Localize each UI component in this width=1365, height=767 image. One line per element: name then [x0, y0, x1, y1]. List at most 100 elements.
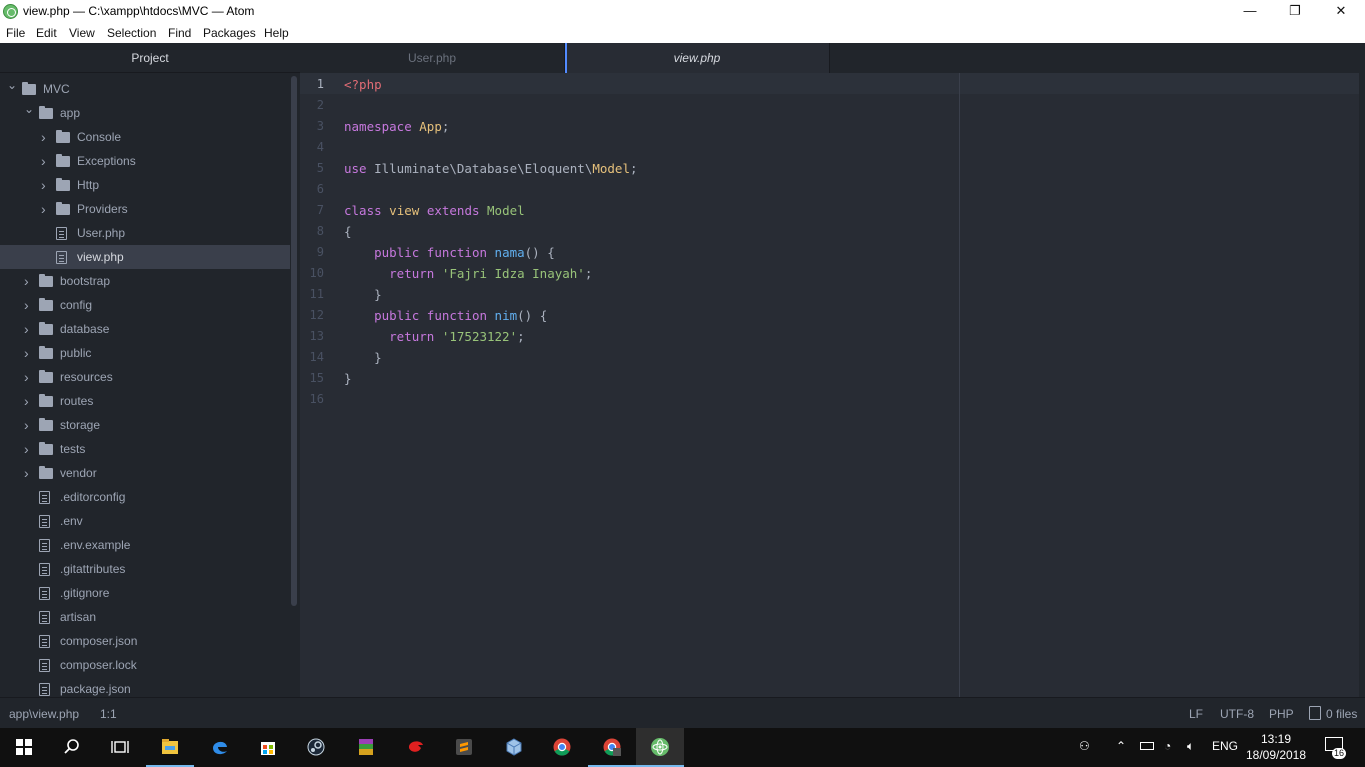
chevron-right-icon[interactable]: ›: [24, 437, 34, 461]
menu-selection[interactable]: Selection: [107, 26, 156, 40]
tree-file[interactable]: User.php: [0, 221, 290, 245]
chevron-down-icon[interactable]: ⌄: [7, 73, 17, 97]
tree-folder[interactable]: ⌄ app: [0, 101, 290, 125]
tree-file[interactable]: .gitattributes: [0, 557, 290, 581]
system-clock[interactable]: 13:19 18/09/2018: [1236, 731, 1316, 763]
tab-view-php[interactable]: view.php: [565, 43, 830, 73]
language-indicator[interactable]: ENG: [1212, 739, 1238, 753]
tree-folder[interactable]: › Http: [0, 173, 290, 197]
show-hidden-icons[interactable]: ⌃: [1116, 739, 1126, 753]
editor-scrollbar[interactable]: [1359, 73, 1365, 697]
menu-edit[interactable]: Edit: [36, 26, 57, 40]
taskbar-winrar[interactable]: [342, 728, 390, 767]
code-line[interactable]: public function nama() {: [344, 245, 555, 260]
tree-item-label: tests: [60, 442, 86, 456]
tree-folder[interactable]: › database: [0, 317, 290, 341]
taskbar-file-explorer[interactable]: [146, 728, 194, 767]
code-line[interactable]: namespace App;: [344, 119, 449, 134]
taskbar-edge[interactable]: [196, 728, 244, 767]
code-line[interactable]: public function nim() {: [344, 308, 547, 323]
chevron-right-icon[interactable]: ›: [24, 389, 34, 413]
sidebar-scrollbar[interactable]: [291, 76, 297, 606]
people-icon[interactable]: ⚇: [1079, 739, 1090, 753]
code-line[interactable]: return '17523122';: [344, 329, 524, 344]
tree-folder[interactable]: › vendor: [0, 461, 290, 485]
chevron-right-icon[interactable]: ›: [24, 461, 34, 485]
menu-packages[interactable]: Packages: [203, 26, 256, 40]
code-token: function: [426, 308, 488, 323]
tree-folder[interactable]: › Exceptions: [0, 149, 290, 173]
code-editor[interactable]: 1 2 3 4 5 6 7 8 9 10 11 12 13 14 15 16 <?php namespace A…: [300, 73, 1365, 697]
tab-user-php[interactable]: User.php: [300, 43, 565, 73]
code-line[interactable]: return 'Fajri Idza Inayah';: [344, 266, 592, 281]
taskbar-chrome-profile[interactable]: [588, 728, 636, 767]
taskbar-store[interactable]: [244, 728, 292, 767]
menu-find[interactable]: Find: [168, 26, 191, 40]
minimize-button[interactable]: —: [1227, 0, 1273, 23]
taskbar-garena[interactable]: [392, 728, 440, 767]
chevron-right-icon[interactable]: ›: [24, 365, 34, 389]
tree-file[interactable]: .editorconfig: [0, 485, 290, 509]
tree-folder[interactable]: › Console: [0, 125, 290, 149]
tree-folder[interactable]: › public: [0, 341, 290, 365]
chevron-right-icon[interactable]: ›: [41, 173, 51, 197]
status-cursor-position[interactable]: 1:1: [100, 707, 117, 721]
tree-file[interactable]: artisan: [0, 605, 290, 629]
tree-file[interactable]: composer.lock: [0, 653, 290, 677]
start-button[interactable]: [0, 728, 48, 767]
tree-folder[interactable]: › routes: [0, 389, 290, 413]
close-button[interactable]: ✕: [1318, 0, 1364, 23]
status-encoding[interactable]: UTF-8: [1220, 707, 1254, 721]
tree-folder[interactable]: › Providers: [0, 197, 290, 221]
tree-file[interactable]: .env.example: [0, 533, 290, 557]
tree-file[interactable]: composer.json: [0, 629, 290, 653]
taskbar-chrome[interactable]: [538, 728, 586, 767]
status-git-files[interactable]: 0 files: [1326, 707, 1357, 721]
taskbar-steam[interactable]: [292, 728, 340, 767]
status-file-path[interactable]: app\view.php: [9, 707, 79, 721]
menu-view[interactable]: View: [69, 26, 95, 40]
task-view-button[interactable]: [96, 728, 144, 767]
code-line[interactable]: }: [344, 287, 382, 302]
tree-folder[interactable]: › config: [0, 293, 290, 317]
volume-icon[interactable]: 🔈︎: [1187, 739, 1194, 754]
battery-icon[interactable]: [1140, 742, 1154, 750]
menu-file[interactable]: File: [6, 26, 25, 40]
code-line[interactable]: <?php: [344, 77, 382, 92]
chevron-right-icon[interactable]: ›: [41, 125, 51, 149]
chevron-right-icon[interactable]: ›: [24, 413, 34, 437]
chevron-right-icon[interactable]: ›: [24, 341, 34, 365]
chevron-right-icon[interactable]: ›: [24, 317, 34, 341]
code-line[interactable]: use Illuminate\Database\Eloquent\Model;: [344, 161, 638, 176]
tree-folder[interactable]: › resources: [0, 365, 290, 389]
taskbar-atom[interactable]: [636, 728, 684, 767]
taskbar-sublime[interactable]: [440, 728, 488, 767]
chevron-right-icon[interactable]: ›: [41, 149, 51, 173]
tree-folder[interactable]: › tests: [0, 437, 290, 461]
tree-folder[interactable]: › storage: [0, 413, 290, 437]
menu-help[interactable]: Help: [264, 26, 289, 40]
chevron-right-icon[interactable]: ›: [24, 293, 34, 317]
sidebar-header[interactable]: Project: [0, 43, 300, 73]
chevron-right-icon[interactable]: ›: [41, 197, 51, 221]
code-line[interactable]: }: [344, 350, 382, 365]
tree-folder[interactable]: ⌄ MVC: [0, 77, 290, 101]
maximize-button[interactable]: ❐: [1272, 0, 1318, 23]
status-grammar[interactable]: PHP: [1269, 707, 1294, 721]
tree-folder[interactable]: › bootstrap: [0, 269, 290, 293]
wifi-icon[interactable]: ◔: [1164, 739, 1171, 753]
tree-file[interactable]: package.json: [0, 677, 290, 697]
code-line[interactable]: class view extends Model: [344, 203, 525, 218]
taskbar-virtualbox[interactable]: [490, 728, 538, 767]
chevron-down-icon[interactable]: ⌄: [24, 97, 34, 121]
tree-item-label: bootstrap: [60, 274, 111, 288]
tree-file[interactable]: .env: [0, 509, 290, 533]
chevron-right-icon[interactable]: ›: [24, 269, 34, 293]
status-line-ending[interactable]: LF: [1189, 707, 1203, 721]
tree-file[interactable]: view.php: [0, 245, 290, 269]
code-line[interactable]: }: [344, 371, 352, 386]
tree-file[interactable]: .gitignore: [0, 581, 290, 605]
code-line[interactable]: {: [344, 224, 352, 239]
search-button[interactable]: [48, 728, 96, 767]
